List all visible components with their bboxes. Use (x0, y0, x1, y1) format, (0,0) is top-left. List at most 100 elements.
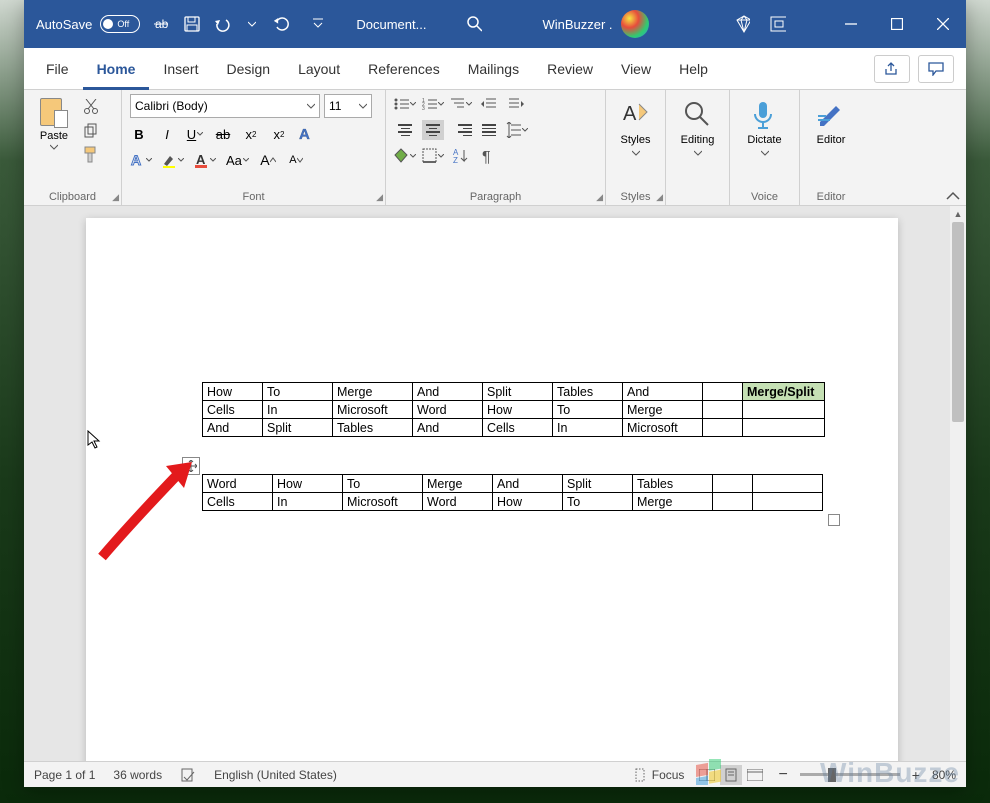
table-cell[interactable]: In (553, 419, 623, 437)
tab-design[interactable]: Design (212, 48, 284, 90)
decrease-indent-button[interactable] (478, 94, 500, 114)
read-mode-button[interactable] (696, 765, 718, 785)
proofing-icon[interactable] (180, 767, 196, 783)
comments-button[interactable] (918, 55, 954, 83)
align-right-button[interactable] (450, 120, 472, 140)
cut-icon[interactable] (82, 98, 100, 116)
table-cell[interactable]: Split (263, 419, 333, 437)
styles-dialog-launcher[interactable]: ◢ (656, 192, 663, 203)
document-title[interactable]: Document... (356, 17, 426, 32)
table-cell[interactable] (743, 401, 825, 419)
font-color-button[interactable]: A (194, 150, 216, 170)
table-cell[interactable]: Merge (623, 401, 703, 419)
table-cell[interactable]: In (273, 493, 343, 511)
search-icon[interactable] (466, 16, 482, 32)
bullets-button[interactable] (394, 94, 416, 114)
diamond-icon[interactable] (734, 16, 750, 32)
numbering-button[interactable]: 123 (422, 94, 444, 114)
page[interactable]: HowToMergeAndSplitTablesAndMerge/SplitCe… (86, 218, 898, 761)
maximize-button[interactable] (874, 0, 920, 48)
increase-indent-button[interactable] (506, 94, 528, 114)
word-count[interactable]: 36 words (113, 768, 162, 782)
shrink-font-button[interactable]: A (287, 150, 305, 170)
redo-icon[interactable] (274, 16, 290, 32)
table-cell[interactable] (753, 475, 823, 493)
borders-button[interactable] (422, 146, 444, 166)
text-effects-outline-button[interactable]: A (130, 150, 152, 170)
table-cell[interactable]: In (263, 401, 333, 419)
table-2[interactable]: WordHowToMergeAndSplitTablesCellsInMicro… (202, 474, 823, 511)
tab-mailings[interactable]: Mailings (454, 48, 533, 90)
grow-font-button[interactable]: A (259, 150, 277, 170)
table-cell[interactable]: To (563, 493, 633, 511)
collapse-ribbon-button[interactable] (946, 191, 960, 201)
font-dialog-launcher[interactable]: ◢ (376, 192, 383, 203)
web-layout-button[interactable] (744, 765, 766, 785)
table-cell[interactable]: To (553, 401, 623, 419)
table-cell[interactable] (703, 383, 743, 401)
table-cell[interactable]: Cells (203, 493, 273, 511)
table-cell[interactable]: And (623, 383, 703, 401)
table-cell[interactable]: Split (563, 475, 633, 493)
table-1[interactable]: HowToMergeAndSplitTablesAndMerge/SplitCe… (202, 382, 825, 437)
align-left-button[interactable] (394, 120, 416, 140)
undo-dropdown-icon[interactable] (244, 16, 260, 32)
highlight-button[interactable] (162, 150, 184, 170)
table-cell[interactable]: Tables (333, 419, 413, 437)
underline-button[interactable]: U (186, 124, 204, 144)
scroll-thumb[interactable] (952, 222, 964, 422)
clipboard-dialog-launcher[interactable]: ◢ (112, 192, 119, 203)
subscript-button[interactable]: x2 (242, 124, 260, 144)
tab-insert[interactable]: Insert (149, 48, 212, 90)
zoom-level[interactable]: 80% (932, 768, 956, 782)
tab-help[interactable]: Help (665, 48, 722, 90)
superscript-button[interactable]: x2 (270, 124, 288, 144)
table-cell[interactable] (703, 401, 743, 419)
table-cell[interactable]: Tables (633, 475, 713, 493)
table-cell[interactable]: And (493, 475, 563, 493)
editing-button[interactable]: Editing (674, 94, 721, 156)
strikethrough-qat-icon[interactable]: ab (154, 16, 170, 32)
sort-button[interactable]: AZ (450, 146, 472, 166)
zoom-slider[interactable] (800, 773, 900, 776)
scroll-up-button[interactable]: ▲ (950, 206, 966, 222)
zoom-in-button[interactable]: + (912, 767, 920, 783)
table-cell[interactable]: Cells (483, 419, 553, 437)
vertical-scrollbar[interactable]: ▲ (950, 206, 966, 761)
undo-icon[interactable] (214, 16, 230, 32)
table-cell[interactable] (743, 419, 825, 437)
italic-button[interactable]: I (158, 124, 176, 144)
close-button[interactable] (920, 0, 966, 48)
tab-layout[interactable]: Layout (284, 48, 354, 90)
bold-button[interactable]: B (130, 124, 148, 144)
multilevel-button[interactable] (450, 94, 472, 114)
table-cell[interactable]: And (413, 419, 483, 437)
language-status[interactable]: English (United States) (214, 768, 337, 782)
tab-references[interactable]: References (354, 48, 454, 90)
table-cell[interactable]: Merge (333, 383, 413, 401)
font-name-select[interactable]: Calibri (Body) (130, 94, 320, 118)
line-spacing-button[interactable] (506, 120, 528, 140)
align-justify-button[interactable] (478, 120, 500, 140)
autosave-control[interactable]: AutoSave Off (36, 15, 140, 33)
table-cell[interactable]: Split (483, 383, 553, 401)
font-size-select[interactable]: 11 (324, 94, 372, 118)
table-resize-handle[interactable] (828, 514, 840, 526)
dictate-button[interactable]: Dictate (738, 94, 791, 156)
paragraph-dialog-launcher[interactable]: ◢ (596, 192, 603, 203)
document-area[interactable]: HowToMergeAndSplitTablesAndMerge/SplitCe… (24, 206, 966, 761)
qat-customize-icon[interactable] (310, 16, 326, 32)
show-marks-button[interactable]: ¶ (478, 146, 500, 166)
table-cell[interactable]: Merge (423, 475, 493, 493)
table-cell[interactable]: How (483, 401, 553, 419)
paste-button[interactable]: Paste (32, 94, 76, 150)
format-painter-icon[interactable] (82, 146, 100, 164)
focus-mode[interactable]: Focus (632, 768, 685, 782)
tab-home[interactable]: Home (83, 48, 150, 90)
table-cell[interactable] (753, 493, 823, 511)
table-cell[interactable]: Microsoft (623, 419, 703, 437)
table-cell[interactable]: How (273, 475, 343, 493)
zoom-out-button[interactable]: − (778, 766, 787, 784)
shading-button[interactable] (394, 146, 416, 166)
table-cell[interactable]: Merge/Split (743, 383, 825, 401)
